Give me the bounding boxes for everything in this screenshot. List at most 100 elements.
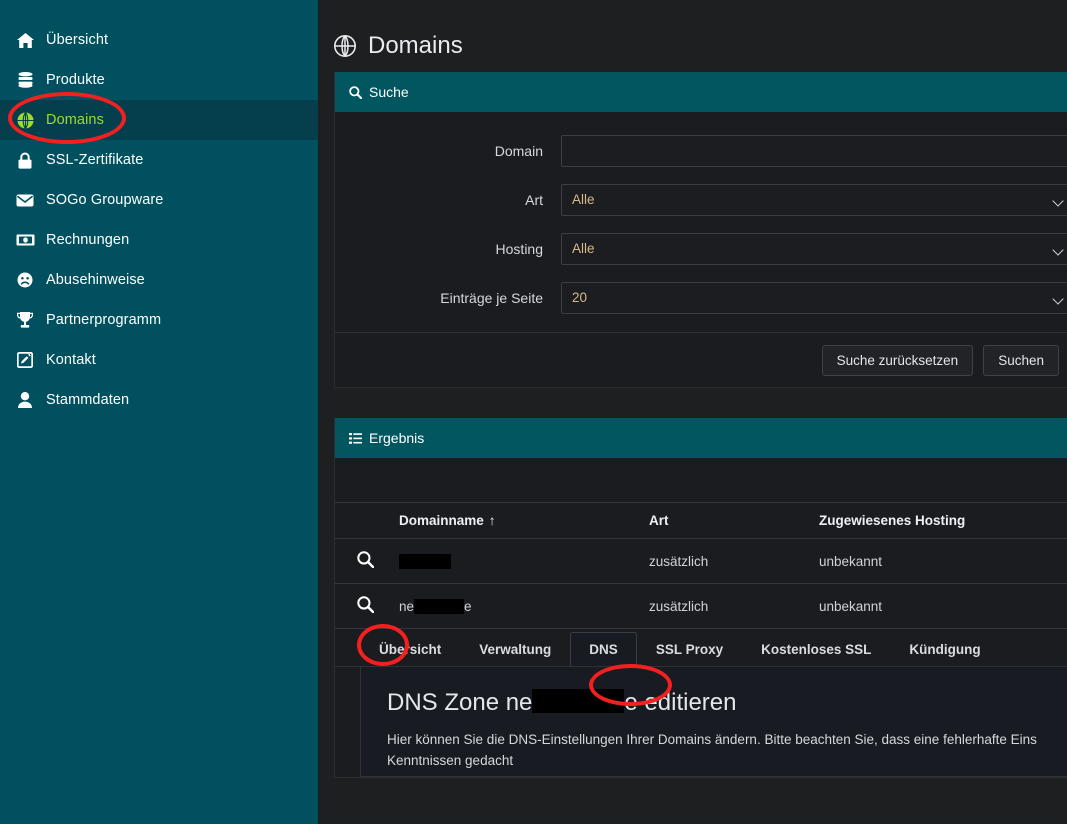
sidebar-item-label: Kontakt [46,352,96,368]
domain-suffix: e [464,598,472,614]
tab-uebersicht[interactable]: Übersicht [360,632,460,666]
frown-face-icon [14,271,36,289]
result-table: Domainname ↑ Art Zugewiesenes Hosting zu… [335,502,1067,629]
envelope-icon [14,191,36,209]
domain-input-field[interactable] [572,142,1062,159]
row-domainname [399,538,649,584]
magnifier-icon [357,596,375,614]
hosting-select-value: Alle [572,241,595,256]
sidebar-item-label: Partnerprogramm [46,312,162,328]
dns-heading-prefix: DNS Zone ne [387,689,533,716]
entries-per-page-label: Einträge je Seite [440,289,543,306]
list-icon [349,432,362,444]
result-toolbar-spacer [335,458,1067,502]
sidebar-item-label: Stammdaten [46,392,130,408]
sidebar-item-produkte[interactable]: Produkte [0,60,318,100]
col-header-art[interactable]: Art [649,502,819,539]
form-row-domain: Domain [335,126,1067,175]
search-panel-footer: Suche zurücksetzen Suchen [335,332,1067,387]
user-icon [14,391,36,409]
result-table-body: zusätzlich unbekannt ne e zusätzlich unb… [335,538,1067,629]
sort-ascending-icon: ↑ [488,513,496,528]
entries-per-page-select[interactable]: 20 [561,281,1067,314]
tab-kuendigung[interactable]: Kündigung [890,632,999,666]
row-hosting: unbekannt [819,538,1067,584]
row-art: zusätzlich [649,538,819,584]
result-table-head: Domainname ↑ Art Zugewiesenes Hosting [335,502,1067,539]
home-icon [14,31,36,49]
sidebar-item-domains[interactable]: Domains [0,100,318,140]
table-header-row: Domainname ↑ Art Zugewiesenes Hosting [335,502,1067,539]
form-row-art: Art Alle [335,175,1067,224]
hosting-select[interactable]: Alle [561,232,1067,265]
sidebar-item-rechnungen[interactable]: Rechnungen [0,220,318,260]
sidebar-item-label: SOGo Groupware [46,192,164,208]
sidebar-item-label: Domains [46,112,104,128]
art-select[interactable]: Alle [561,183,1067,216]
result-panel-title: Ergebnis [369,430,425,446]
database-icon [14,71,36,89]
sidebar-item-stammdaten[interactable]: Stammdaten [0,380,318,420]
trophy-icon [14,311,36,329]
detail-tabs: Übersicht Verwaltung DNS SSL Proxy Koste… [335,629,1067,667]
magnifier-icon [357,551,375,569]
sidebar-item-label: Produkte [46,72,105,88]
row-search-action[interactable] [335,583,399,629]
sidebar-item-abusehinweise[interactable]: Abusehinweise [0,260,318,300]
sidebar: Übersicht Produkte Domains SSL-Zertifika… [0,0,318,824]
art-field-label: Art [525,191,543,208]
submit-search-button[interactable]: Suchen [983,344,1059,376]
app-root: Übersicht Produkte Domains SSL-Zertifika… [0,0,1067,824]
redaction-box [399,553,451,569]
tab-ssl-proxy[interactable]: SSL Proxy [637,632,742,666]
dns-tab-panel: DNS Zone ne e editieren Hier können Sie d… [360,667,1067,777]
dns-heading-suffix: e editieren [624,689,737,716]
domain-field-label: Domain [494,142,543,159]
result-panel-header: Ergebnis [335,418,1067,458]
reset-search-button[interactable]: Suche zurücksetzen [821,344,974,376]
redaction-box [414,598,465,614]
search-panel: Suche Domain Art Alle Hosting Alle Eintr… [334,72,1067,388]
sidebar-item-label: SSL-Zertifikate [46,152,144,168]
form-row-entries-per-page: Einträge je Seite 20 [335,273,1067,322]
pencil-square-icon [14,351,36,369]
art-select-value: Alle [572,192,595,207]
redaction-box [532,689,625,713]
col-header-hosting[interactable]: Zugewiesenes Hosting [819,502,1067,539]
table-row[interactable]: ne e zusätzlich unbekannt [335,583,1067,629]
col-header-domainname-label: Domainname [399,513,484,528]
sidebar-item-partnerprogramm[interactable]: Partnerprogramm [0,300,318,340]
col-header-domainname[interactable]: Domainname ↑ [399,502,649,539]
main-content: Domains Suche Domain Art Alle Hosting Al… [318,0,1067,824]
page-title: Domains [368,32,463,59]
dns-description-line-2: Kenntnissen gedacht [387,753,514,768]
col-header-action [335,502,399,539]
row-hosting: unbekannt [819,583,1067,629]
search-panel-title: Suche [369,84,409,100]
row-domainname: ne e [399,583,649,629]
sidebar-item-label: Abusehinweise [46,272,145,288]
sidebar-item-kontakt[interactable]: Kontakt [0,340,318,380]
table-row[interactable]: zusätzlich unbekannt [335,538,1067,584]
sidebar-item-label: Übersicht [46,32,109,48]
tab-kostenloses-ssl[interactable]: Kostenloses SSL [742,632,890,666]
banknote-icon [14,231,36,249]
result-panel: Ergebnis Domainname ↑ Art Zugewiesenes Ho… [334,418,1067,778]
search-panel-header: Suche [335,72,1067,112]
dns-description-line-1: Hier können Sie die DNS-Einstellungen Ih… [387,732,1037,747]
globe-icon [334,35,356,57]
dns-zone-heading: DNS Zone ne e editieren [387,689,1067,717]
globe-icon [14,111,36,129]
domain-input[interactable] [561,134,1067,167]
sidebar-item-sogo-groupware[interactable]: SOGo Groupware [0,180,318,220]
sidebar-item-ssl-zertifikate[interactable]: SSL-Zertifikate [0,140,318,180]
row-search-action[interactable] [335,538,399,584]
sidebar-item-uebersicht[interactable]: Übersicht [0,20,318,60]
hosting-field-label: Hosting [495,240,543,257]
lock-icon [14,151,36,169]
form-row-hosting: Hosting Alle [335,224,1067,273]
tab-dns[interactable]: DNS [570,632,637,666]
tab-verwaltung[interactable]: Verwaltung [460,632,570,666]
domain-prefix: ne [399,598,415,614]
row-art: zusätzlich [649,583,819,629]
